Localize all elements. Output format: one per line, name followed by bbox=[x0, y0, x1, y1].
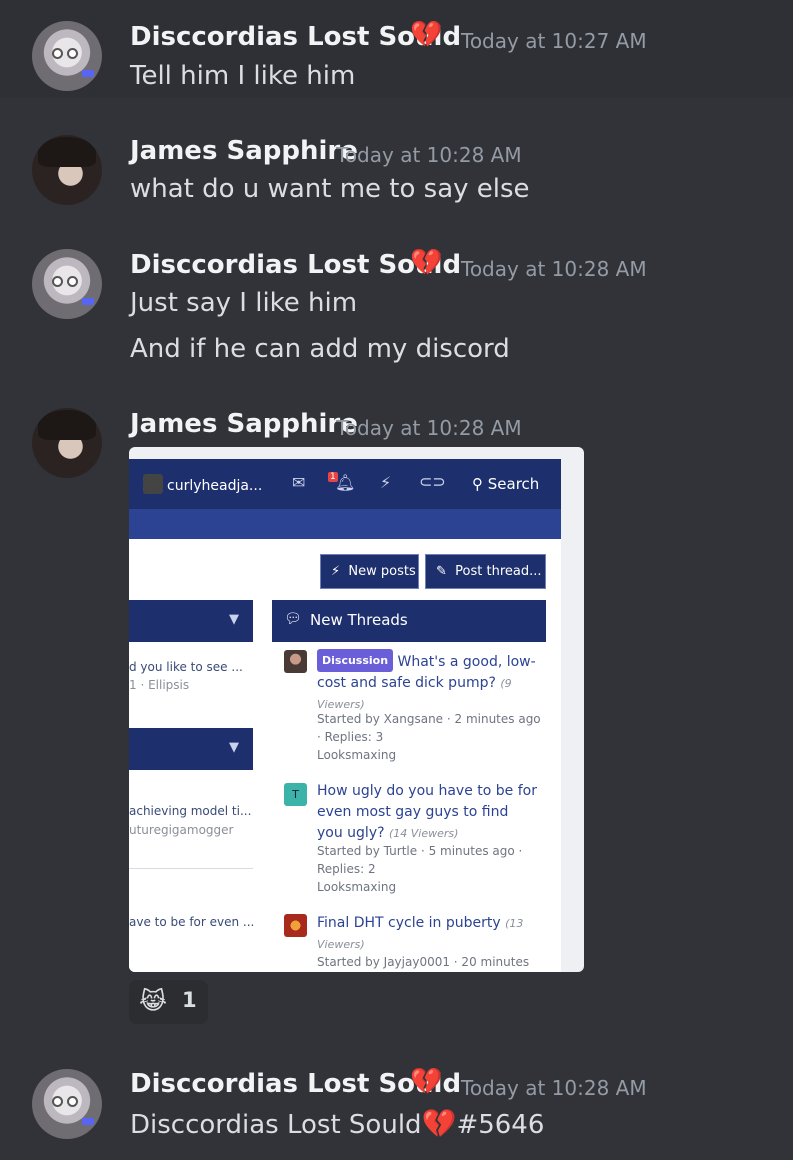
lightning-icon: ⚡︎ bbox=[331, 564, 349, 579]
thread-snippet[interactable]: achieving model ti... bbox=[129, 804, 251, 818]
compose-icon: ✎ bbox=[436, 564, 456, 579]
lightning-icon[interactable]: ⚡︎ bbox=[380, 473, 391, 492]
avatar[interactable] bbox=[32, 1069, 102, 1139]
search-link[interactable]: ⚲ Search bbox=[472, 475, 539, 493]
author-name[interactable]: James Sapphire bbox=[130, 409, 358, 439]
joy-cat-emoji: 😹 bbox=[139, 987, 168, 1015]
search-icon: ⚲ bbox=[472, 475, 488, 493]
thread-avatar[interactable]: T bbox=[284, 783, 307, 806]
message: Disccordias Lost Sould 💔 Today at 10:28 … bbox=[0, 212, 793, 372]
new-posts-label: New posts bbox=[348, 564, 416, 579]
thread-title[interactable]: Discussion What's a good, low-cost and s… bbox=[317, 649, 537, 715]
timestamp: Today at 10:28 AM bbox=[336, 416, 522, 440]
collapsed-section-bar[interactable]: ▼ bbox=[129, 600, 253, 642]
mail-icon[interactable]: ✉ bbox=[292, 473, 305, 492]
reaction-button[interactable]: 😹 1 bbox=[129, 980, 208, 1024]
thread-meta: Started by Xangsane · 2 minutes ago · Re… bbox=[317, 712, 541, 744]
message-text: Tell him I like him bbox=[130, 61, 356, 91]
message: Disccordias Lost Sould 💔 Today at 10:27 … bbox=[0, 0, 793, 98]
avatar[interactable] bbox=[32, 249, 102, 319]
thread-snippet-meta: uturegigamogger bbox=[129, 823, 234, 837]
chevron-down-icon: ▼ bbox=[229, 740, 239, 755]
timestamp: Today at 10:28 AM bbox=[461, 1076, 647, 1100]
bell-icon[interactable]: 🔔︎ bbox=[335, 473, 355, 492]
timestamp: Today at 10:28 AM bbox=[336, 143, 522, 167]
forum-user[interactable]: curlyheadja... bbox=[143, 474, 262, 494]
user-avatar bbox=[143, 474, 163, 494]
discussion-tag[interactable]: Discussion bbox=[317, 649, 394, 672]
divider bbox=[129, 868, 253, 869]
avatar-letter: T bbox=[292, 788, 299, 801]
thread-title-text: Final DHT cycle in puberty bbox=[317, 915, 501, 931]
thread-snippet[interactable]: d you like to see ... bbox=[129, 660, 243, 674]
mentioned-username: Disccordias Lost Sould bbox=[130, 1110, 422, 1140]
broken-heart-icon: 💔 bbox=[410, 248, 443, 278]
thread-meta: Started by Jayjay0001 · 20 minutes bbox=[317, 955, 530, 969]
broken-heart-icon: 💔 bbox=[421, 1107, 457, 1140]
forum-username: curlyheadja... bbox=[167, 478, 263, 494]
reaction-count: 1 bbox=[182, 988, 197, 1012]
timestamp: Today at 10:28 AM bbox=[461, 257, 647, 281]
thread-snippet[interactable]: ave to be for even ... bbox=[129, 915, 254, 929]
new-posts-button[interactable]: ⚡︎ New posts bbox=[320, 554, 419, 589]
thread-title[interactable]: How ugly do you have to be for even most… bbox=[317, 781, 537, 844]
chat-bubbles-icon: 💬︎ bbox=[284, 611, 302, 627]
thread-forum[interactable]: Looksmaxing bbox=[317, 878, 542, 896]
post-thread-button[interactable]: ✎ Post thread... bbox=[425, 554, 546, 589]
author-name[interactable]: James Sapphire bbox=[130, 136, 358, 166]
viewer-count: (14 Viewers) bbox=[389, 827, 459, 840]
message-text: Disccordias Lost Sould💔#5646 bbox=[130, 1107, 544, 1140]
broken-heart-icon: 💔 bbox=[410, 20, 443, 50]
collapsed-section-bar[interactable]: ▼ bbox=[129, 728, 253, 770]
image-attachment[interactable]: curlyheadja... ✉ 1 🔔︎ ⚡︎ ⊂⊃ ⚲ Search ⚡︎ … bbox=[129, 447, 584, 972]
thread-avatar[interactable] bbox=[284, 914, 307, 937]
broken-heart-icon: 💔 bbox=[410, 1067, 443, 1097]
search-label: Search bbox=[487, 475, 540, 493]
thread-snippet-meta: 1 · Ellipsis bbox=[129, 678, 190, 692]
message: Disccordias Lost Sould 💔 Today at 10:28 … bbox=[0, 1032, 793, 1160]
message-text: And if he can add my discord bbox=[130, 334, 510, 364]
thread-title[interactable]: Final DHT cycle in puberty (13 Viewers) bbox=[317, 913, 537, 955]
timestamp: Today at 10:27 AM bbox=[461, 29, 647, 53]
forum-subnav bbox=[129, 509, 561, 539]
chevron-down-icon: ▼ bbox=[229, 612, 239, 627]
avatar[interactable] bbox=[32, 21, 102, 91]
discriminator: #5646 bbox=[456, 1110, 545, 1140]
thread-avatar[interactable] bbox=[284, 650, 307, 673]
avatar[interactable] bbox=[32, 135, 102, 205]
post-thread-label: Post thread... bbox=[455, 564, 542, 579]
toggle-icon[interactable]: ⊂⊃ bbox=[419, 472, 446, 491]
new-threads-header[interactable]: 💬︎ New Threads bbox=[272, 600, 546, 642]
message: James Sapphire Today at 10:28 AM what do… bbox=[0, 98, 793, 212]
new-threads-title: New Threads bbox=[310, 611, 408, 629]
avatar[interactable] bbox=[32, 408, 102, 478]
thread-forum[interactable]: Looksmaxing bbox=[317, 746, 542, 764]
forum-navbar: curlyheadja... ✉ 1 🔔︎ ⚡︎ ⊂⊃ ⚲ Search bbox=[129, 459, 561, 509]
message-text: Just say I like him bbox=[130, 288, 358, 318]
message-text: what do u want me to say else bbox=[130, 174, 530, 204]
thread-meta: Started by Turtle · 5 minutes ago · Repl… bbox=[317, 844, 523, 876]
